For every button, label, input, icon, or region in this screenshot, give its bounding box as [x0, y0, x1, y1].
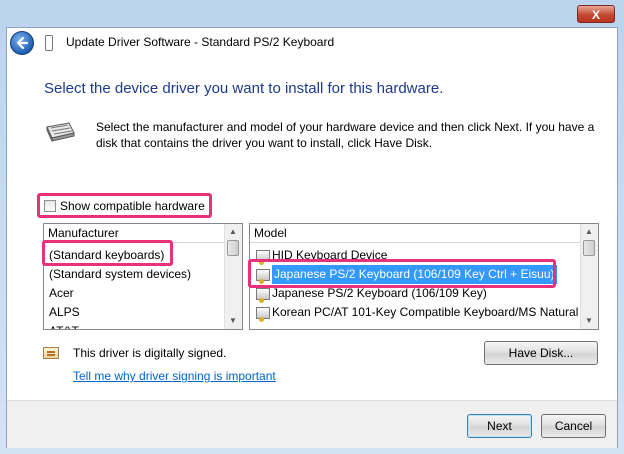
certificate-icon: [43, 347, 59, 359]
list-item[interactable]: Acer: [49, 284, 74, 303]
list-item[interactable]: AT&T: [49, 322, 79, 329]
driver-signing-link[interactable]: Tell me why driver signing is important: [73, 369, 276, 383]
scroll-up-icon[interactable]: ▲: [581, 224, 597, 240]
dialog-window: X Update Driver Software - Standard PS/2…: [0, 0, 624, 454]
keyboard-icon: [46, 122, 75, 142]
driver-package-icon: [256, 306, 270, 322]
scroll-thumb[interactable]: [583, 240, 595, 256]
model-scrollbar[interactable]: ▲ ▼: [580, 224, 598, 329]
back-arrow-icon: [16, 36, 29, 50]
window-title: Update Driver Software - Standard PS/2 K…: [66, 35, 335, 49]
device-manager-icon: [45, 35, 53, 51]
scroll-up-icon[interactable]: ▲: [225, 224, 241, 240]
show-compatible-label: Show compatible hardware: [60, 199, 205, 213]
have-disk-button[interactable]: Have Disk...: [484, 341, 598, 365]
next-button[interactable]: Next: [467, 414, 532, 438]
scroll-down-icon[interactable]: ▼: [581, 313, 597, 329]
scroll-down-icon[interactable]: ▼: [225, 313, 241, 329]
scroll-thumb[interactable]: [227, 240, 239, 256]
close-button[interactable]: X: [577, 5, 615, 23]
list-item[interactable]: (Standard system devices): [49, 265, 191, 284]
show-compatible-checkbox[interactable]: Show compatible hardware: [44, 199, 205, 213]
model-label: Korean PC/AT 101-Key Compatible Keyboard…: [272, 305, 597, 319]
list-item[interactable]: ALPS: [49, 303, 80, 322]
manufacturer-scrollbar[interactable]: ▲ ▼: [224, 224, 242, 329]
checkbox-box[interactable]: [44, 200, 56, 212]
driver-package-icon: [256, 287, 270, 303]
signature-status: This driver is digitally signed.: [73, 346, 227, 360]
highlight-box-manufacturer: [42, 240, 173, 266]
list-item[interactable]: Korean PC/AT 101-Key Compatible Keyboard…: [256, 303, 596, 322]
back-button[interactable]: [10, 31, 34, 55]
page-heading: Select the device driver you want to ins…: [44, 80, 444, 97]
cancel-button[interactable]: Cancel: [541, 414, 606, 438]
instructions-text: Select the manufacturer and model of you…: [96, 120, 595, 150]
model-column-header[interactable]: Model: [250, 224, 598, 243]
highlight-box-model: [248, 259, 556, 288]
